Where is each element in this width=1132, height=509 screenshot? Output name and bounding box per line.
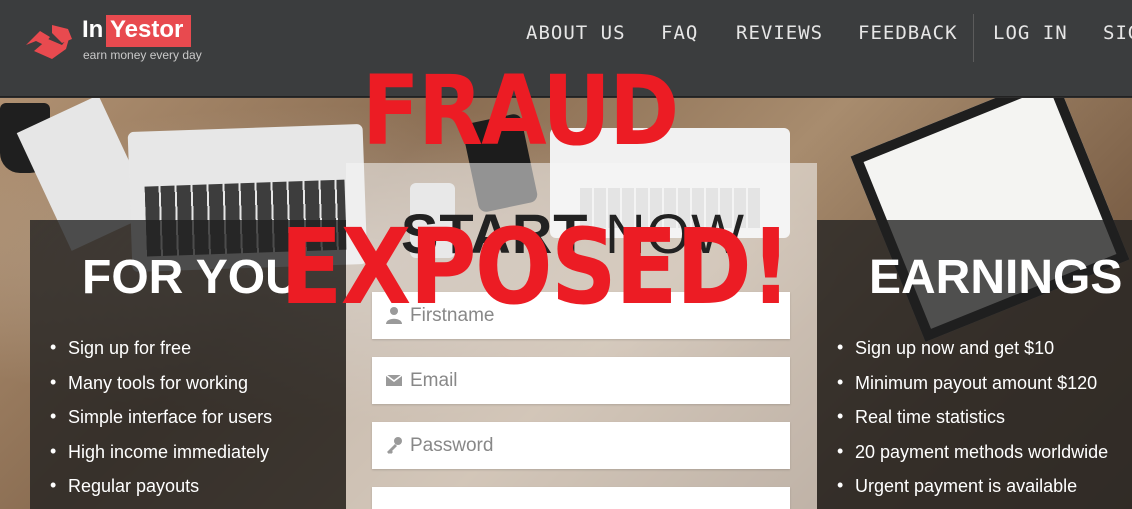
email-input[interactable] xyxy=(410,357,780,404)
nav-faq[interactable]: FAQ xyxy=(661,22,698,44)
list-item: Simple interface for users xyxy=(50,406,272,442)
list-item: Real time statistics xyxy=(837,406,1108,442)
list-item: Regular payouts xyxy=(50,475,272,509)
brand-name-prefix: In xyxy=(82,16,104,43)
feature-list: Sign up for free Many tools for working … xyxy=(50,337,272,509)
list-item: High income immediately xyxy=(50,441,272,477)
brand-name-highlight: Yestor xyxy=(106,15,192,47)
brand-logo[interactable]: In Yestor earn money every day xyxy=(22,14,222,74)
brand-tagline: earn money every day xyxy=(83,48,202,62)
earnings-panel: EARNINGS Sign up now and get $10 Minimum… xyxy=(817,220,1132,509)
list-item: Urgent payment is available xyxy=(837,475,1108,509)
password-field[interactable] xyxy=(372,422,790,469)
list-item: Sign up for free xyxy=(50,337,272,373)
list-item: Minimum payout amount $120 xyxy=(837,372,1108,408)
repeat-password-field[interactable] xyxy=(372,487,790,509)
key-icon xyxy=(387,437,402,454)
list-item: Sign up now and get $10 xyxy=(837,337,1108,373)
exposed-overlay-text: EXPOSED! xyxy=(280,206,792,328)
email-field[interactable] xyxy=(372,357,790,404)
feature-list: Sign up now and get $10 Minimum payout a… xyxy=(837,337,1108,509)
list-item: Many tools for working xyxy=(50,372,272,408)
panel-title: FOR YOU xyxy=(82,251,300,304)
handshake-logo-icon xyxy=(26,25,72,59)
nav-log-in[interactable]: LOG IN xyxy=(993,22,1068,44)
list-item: 20 payment methods worldwide xyxy=(837,441,1108,477)
password-input[interactable] xyxy=(410,422,780,469)
nav-divider xyxy=(973,14,974,62)
panel-title: EARNINGS xyxy=(869,251,1123,304)
fraud-overlay-text: FRAUD xyxy=(362,55,679,167)
nav-reviews[interactable]: REVIEWS xyxy=(736,22,823,44)
nav-sign-up[interactable]: SIG xyxy=(1103,22,1132,44)
envelope-icon xyxy=(385,374,403,386)
nav-feedback[interactable]: FEEDBACK xyxy=(858,22,958,44)
nav-about-us[interactable]: ABOUT US xyxy=(526,22,626,44)
